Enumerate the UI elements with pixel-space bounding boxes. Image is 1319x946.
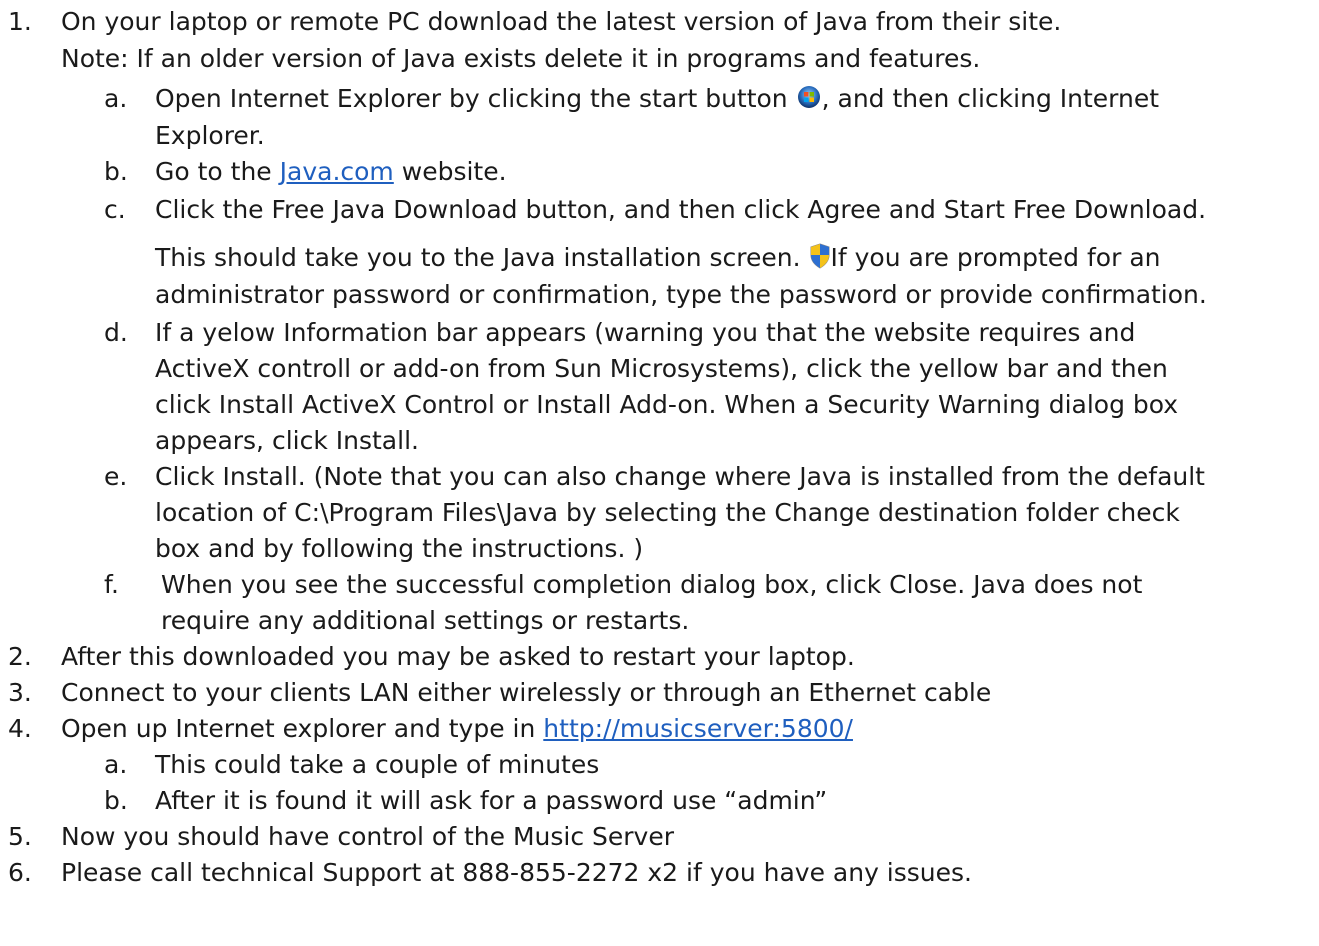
step-1e-line-1: Click Install. (Note that you can also c…: [155, 462, 1205, 491]
step-4a-text: This could take a couple of minutes: [155, 750, 600, 779]
step-4b-text: After it is found it will ask for a pass…: [155, 786, 828, 815]
step-1-marker: 1.: [8, 7, 32, 36]
step-1c-paragraph-line-2: administrator password or confirmation, …: [155, 280, 1207, 309]
step-1c-paragraph-text: This should take you to the Java install…: [155, 243, 801, 272]
musicserver-url-link[interactable]: http://musicserver:5800/: [543, 714, 853, 743]
step-4-text-before-link: Open up Internet explorer and type in: [61, 714, 536, 743]
step-1b-text-after-link: website.: [401, 157, 507, 186]
step-1a-marker: a.: [104, 84, 128, 113]
step-4b-marker: b.: [104, 786, 128, 815]
step-4-line: Open up Internet explorer and type in ht…: [61, 712, 853, 746]
step-1f-marker: f.: [104, 570, 119, 599]
instructions-document: 1. On your laptop or remote PC download …: [0, 0, 1319, 946]
java-com-link[interactable]: Java.com: [280, 157, 394, 186]
step-1b-line: Go to the Java.com website.: [155, 155, 507, 189]
step-1f-line-1: When you see the successful completion d…: [161, 570, 1143, 599]
step-1d-line-2: ActiveX controll or add-on from Sun Micr…: [155, 354, 1168, 383]
step-6-marker: 6.: [8, 858, 32, 887]
windows-start-orb-icon: [796, 84, 822, 119]
step-1e-marker: e.: [104, 462, 128, 491]
step-1a-line: Open Internet Explorer by clicking the s…: [155, 82, 1159, 116]
step-1d-line-3: click Install ActiveX Control or Install…: [155, 390, 1179, 419]
step-5-text: Now you should have control of the Music…: [61, 822, 675, 851]
step-1e-line-2: location of C:\Program Files\Java by sel…: [155, 498, 1180, 527]
step-1-text: On your laptop or remote PC download the…: [61, 7, 1062, 36]
step-1d-line-1: If a yelow Information bar appears (warn…: [155, 318, 1136, 347]
step-1f-line-2: require any additional settings or resta…: [161, 606, 690, 635]
step-1b-text-before-link: Go to the: [155, 157, 272, 186]
step-1-note: Note: If an older version of Java exists…: [61, 44, 981, 73]
step-1e-line-3: box and by following the instructions. ): [155, 534, 644, 563]
step-1c-paragraph-line-1: This should take you to the Java install…: [155, 241, 1160, 275]
step-1a-continuation: Explorer.: [155, 121, 265, 150]
step-2-text: After this downloaded you may be asked t…: [61, 642, 855, 671]
step-1a-text-after-icon: , and then clicking Internet: [821, 84, 1160, 113]
step-1d-line-4: appears, click Install.: [155, 426, 419, 455]
step-6-text: Please call technical Support at 888-855…: [61, 858, 972, 887]
step-3-marker: 3.: [8, 678, 32, 707]
step-4a-marker: a.: [104, 750, 128, 779]
step-1b-marker: b.: [104, 157, 128, 186]
step-1c-paragraph-text-after-icon: If you are prompted for an: [830, 243, 1161, 272]
step-1c-marker: c.: [104, 195, 126, 224]
step-1c-text: Click the Free Java Download button, and…: [155, 195, 1207, 224]
step-2-marker: 2.: [8, 642, 32, 671]
step-4-marker: 4.: [8, 714, 32, 743]
step-1a-text-before-icon: Open Internet Explorer by clicking the s…: [155, 84, 788, 113]
step-1d-marker: d.: [104, 318, 128, 347]
step-3-text: Connect to your clients LAN either wirel…: [61, 678, 992, 707]
step-5-marker: 5.: [8, 822, 32, 851]
uac-shield-icon: [809, 243, 831, 278]
